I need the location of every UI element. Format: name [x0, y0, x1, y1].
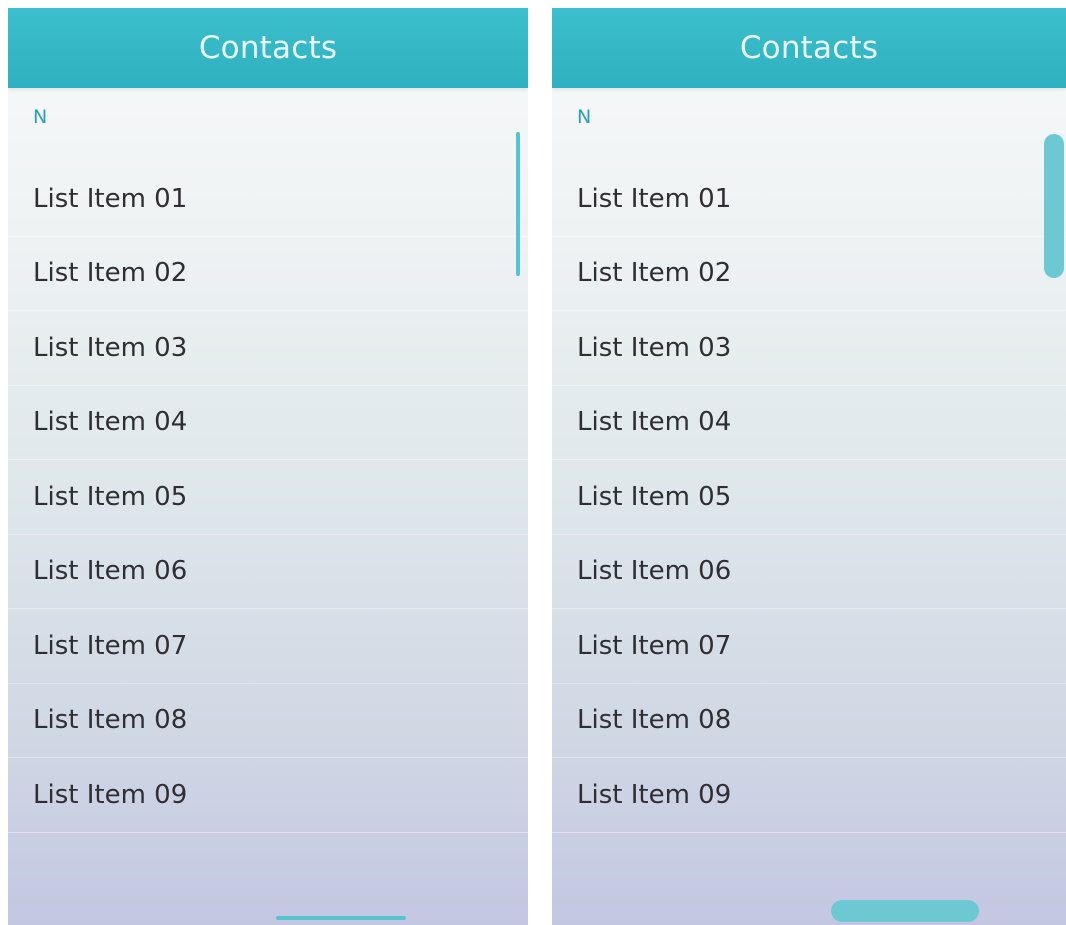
app-title: Contacts — [198, 30, 338, 66]
list-item-label: List Item 03 — [577, 332, 732, 363]
list-item-label: List Item 06 — [33, 556, 188, 587]
list-item-label: List Item 08 — [577, 705, 732, 736]
contact-list: List Item 01 List Item 02 List Item 03 L… — [8, 150, 528, 833]
list-item-label: List Item 05 — [577, 481, 732, 512]
list-item-label: List Item 07 — [33, 630, 188, 661]
list-item-label: List Item 07 — [577, 630, 732, 661]
contacts-screen-right: Contacts N List Item 01 List Item 02 Lis… — [552, 8, 1066, 925]
list-item-label: List Item 01 — [577, 183, 732, 214]
horizontal-scroll-indicator[interactable] — [276, 916, 406, 920]
contacts-screen-left: Contacts N List Item 01 List Item 02 Lis… — [8, 8, 528, 925]
vertical-scrollbar[interactable] — [1044, 134, 1064, 278]
list-item-label: List Item 04 — [577, 407, 732, 438]
section-index-header: N — [577, 106, 592, 128]
list-item-label: List Item 05 — [33, 481, 188, 512]
section-index-header: N — [33, 106, 48, 128]
app-header: Contacts — [8, 8, 528, 88]
horizontal-scroll-handle[interactable] — [831, 900, 979, 922]
app-header: Contacts — [552, 8, 1066, 88]
app-title: Contacts — [739, 30, 879, 66]
list-item-label: List Item 04 — [33, 407, 188, 438]
list-item-label: List Item 08 — [33, 705, 188, 736]
list-item-label: List Item 01 — [33, 183, 188, 214]
vertical-scrollbar[interactable] — [516, 132, 520, 276]
contact-list: List Item 01 List Item 02 List Item 03 L… — [552, 150, 1066, 833]
list-item[interactable]: List Item 09 — [8, 746, 528, 833]
list-item-label: List Item 02 — [33, 258, 188, 289]
list-item[interactable]: List Item 09 — [552, 746, 1066, 833]
list-item-label: List Item 09 — [577, 779, 732, 810]
list-item-label: List Item 03 — [33, 332, 188, 363]
comparison-stage: Contacts N List Item 01 List Item 02 Lis… — [0, 0, 1066, 925]
list-item-label: List Item 09 — [33, 779, 188, 810]
list-item-label: List Item 06 — [577, 556, 732, 587]
list-item-label: List Item 02 — [577, 258, 732, 289]
